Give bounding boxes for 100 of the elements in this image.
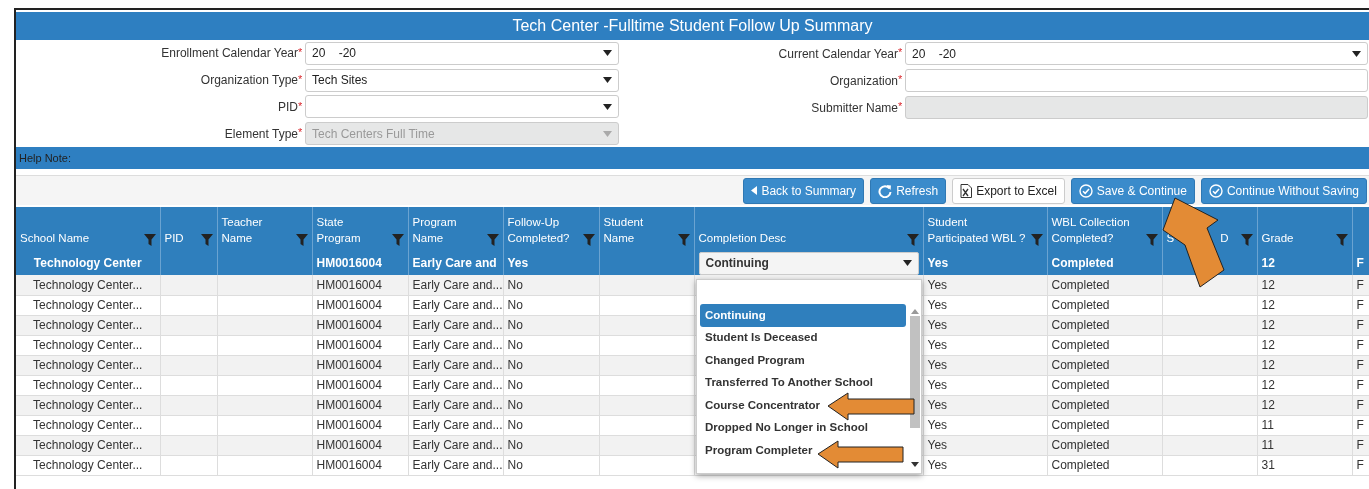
left-triangle-icon xyxy=(751,186,758,195)
table-cell: Yes xyxy=(923,275,1047,295)
dropdown-option[interactable]: Dropped No Longer in School xyxy=(700,416,873,439)
table-cell: Yes xyxy=(923,315,1047,335)
input-field[interactable] xyxy=(905,69,1368,92)
column-header[interactable]: Completion Desc xyxy=(694,207,923,251)
table-cell: Completed xyxy=(1047,335,1162,355)
column-header[interactable]: Grade xyxy=(1257,207,1352,251)
dropdown-search-field[interactable] xyxy=(697,280,921,302)
toolbar-button[interactable]: Save & Continue xyxy=(1070,177,1195,204)
column-header[interactable]: Teacher Name xyxy=(217,207,312,251)
dropdown-option[interactable]: Course Concentrator xyxy=(700,394,826,417)
table-cell: F xyxy=(1352,355,1369,375)
filter-icon[interactable] xyxy=(200,234,213,246)
table-cell: Technology Center... xyxy=(16,415,160,435)
field-label: Submitter Name xyxy=(810,99,898,117)
table-cell: HM0016004 xyxy=(312,455,408,475)
table-cell: Yes xyxy=(923,295,1047,315)
filter-icon[interactable] xyxy=(906,234,919,246)
dropdown-option[interactable]: Student Is Deceased xyxy=(700,326,823,349)
table-cell: 12 xyxy=(1257,335,1352,355)
table-cell: Completed xyxy=(1047,395,1162,415)
select-field[interactable]: Tech Sites xyxy=(305,68,619,92)
table-cell: Completed xyxy=(1047,355,1162,375)
dropdown-caret-icon xyxy=(1352,50,1361,57)
column-header[interactable]: PID xyxy=(160,207,217,251)
filter-icon[interactable] xyxy=(1335,234,1348,246)
column-header[interactable]: State Program xyxy=(312,207,408,251)
toolbar-button[interactable]: Export to Excel xyxy=(952,177,1065,204)
table-cell: No xyxy=(503,335,599,355)
table-cell: F xyxy=(1352,315,1369,335)
table-cell: Early Care and... xyxy=(408,415,503,435)
table-cell: F xyxy=(1352,375,1369,395)
dropdown-caret-icon xyxy=(902,260,912,266)
table-cell: Early Care and... xyxy=(408,375,503,395)
filter-icon[interactable] xyxy=(1030,234,1043,246)
filter-icon[interactable] xyxy=(391,234,404,246)
column-header[interactable]: Follow-Up Completed? xyxy=(503,207,599,251)
select-field[interactable]: 20 -20 xyxy=(905,42,1368,65)
dropdown-option[interactable]: Changed Program xyxy=(700,349,810,372)
page-title: Tech Center -Fulltime Student Follow Up Summary xyxy=(512,16,873,36)
filter-icon[interactable] xyxy=(143,234,156,246)
table-cell: F xyxy=(1352,335,1369,355)
table-cell: HM0016004 xyxy=(312,435,408,455)
table-cell: Early Care and... xyxy=(408,355,503,375)
column-header[interactable]: Student Name xyxy=(599,207,694,251)
column-header[interactable]: WBL Collection Completed? xyxy=(1047,207,1162,251)
field-value: 20 -20 xyxy=(311,45,357,63)
dropdown-option[interactable]: Program Completer xyxy=(700,439,818,462)
help-note-label: Help Note: xyxy=(19,150,71,166)
table-cell: 11 xyxy=(1257,415,1352,435)
table-cell: Completed xyxy=(1047,375,1162,395)
dropdown-option[interactable]: Continuing xyxy=(700,304,906,327)
check-circle-icon xyxy=(1208,183,1223,198)
dropdown-option[interactable]: Transferred To Another School xyxy=(700,371,879,394)
column-header[interactable]: School Name xyxy=(16,207,160,251)
completion-select[interactable]: Continuing xyxy=(698,251,919,275)
dropdown-caret-icon xyxy=(603,130,612,137)
scrollbar-thumb[interactable] xyxy=(909,316,920,428)
dropdown-caret-icon xyxy=(603,50,612,57)
table-cell: F xyxy=(1352,415,1369,435)
required-mark: * xyxy=(298,45,303,60)
table-cell: Technology Center... xyxy=(16,295,160,315)
field-label: Organization Type xyxy=(199,72,298,90)
table-cell: Completed xyxy=(1047,435,1162,455)
scroll-down-icon[interactable] xyxy=(910,462,919,468)
table-cell: No xyxy=(503,375,599,395)
table-cell: F xyxy=(1352,395,1369,415)
required-mark: * xyxy=(898,45,903,60)
table-cell: No xyxy=(503,355,599,375)
table-cell: 12 xyxy=(1257,315,1352,335)
toolbar-button[interactable]: Refresh xyxy=(870,177,947,204)
field-label: Current Calendar Year xyxy=(777,45,898,63)
table-cell: Technology Center... xyxy=(16,435,160,455)
filter-icon[interactable] xyxy=(677,234,690,246)
table-cell: Yes xyxy=(923,335,1047,355)
table-cell: No xyxy=(503,395,599,415)
table-cell: Early Care and... xyxy=(408,455,503,475)
table-cell: Early Care and... xyxy=(408,335,503,355)
table-cell: F xyxy=(1352,295,1369,315)
refresh-icon xyxy=(878,183,893,198)
filter-icon[interactable] xyxy=(486,234,499,246)
filter-icon[interactable] xyxy=(295,234,308,246)
select-field[interactable]: 20 -20 xyxy=(305,41,619,65)
filter-icon[interactable] xyxy=(582,234,595,246)
table-cell: 12 xyxy=(1257,295,1352,315)
filter-icon[interactable] xyxy=(1240,234,1253,246)
toolbar-button[interactable]: Back to Summary xyxy=(743,177,865,204)
column-header[interactable]: Program Name xyxy=(408,207,503,251)
table-cell: Yes xyxy=(923,355,1047,375)
filter-icon[interactable] xyxy=(1145,234,1158,246)
required-mark: * xyxy=(298,98,303,114)
table-cell: No xyxy=(503,455,599,475)
table-cell: Technology Center... xyxy=(16,275,160,295)
column-header[interactable]: Student Participated WBL ? xyxy=(923,207,1047,251)
required-mark: * xyxy=(298,71,303,85)
select-field[interactable] xyxy=(305,95,619,119)
table-cell: HM0016004 xyxy=(312,395,408,415)
toolbar-button[interactable]: Continue Without Saving xyxy=(1200,177,1367,204)
table-cell: Completed xyxy=(1047,295,1162,315)
